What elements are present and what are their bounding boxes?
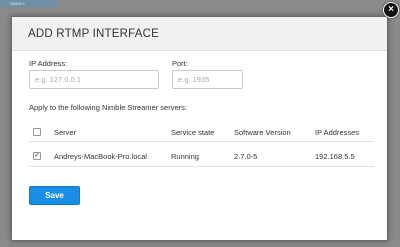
service-state-cell: Running bbox=[171, 152, 199, 161]
column-header-ip-addresses: IP Addresses bbox=[315, 128, 360, 137]
dialog-header: ADD RTMP INTERFACE bbox=[12, 17, 387, 51]
ip-address-cell: 192.168.5.5 bbox=[315, 152, 355, 161]
server-row-checkbox[interactable]: ✓ bbox=[33, 152, 41, 160]
ip-address-input[interactable] bbox=[29, 70, 159, 89]
ip-address-label: IP Address: bbox=[29, 59, 68, 68]
column-header-service-state: Service state bbox=[171, 128, 215, 137]
port-label: Port: bbox=[172, 59, 188, 68]
column-header-software-version: Software Version bbox=[234, 128, 291, 137]
software-version-cell: 2.7.0-5 bbox=[234, 152, 258, 161]
column-header-server: Server bbox=[54, 128, 77, 137]
dialog-title: ADD RTMP INTERFACE bbox=[28, 27, 159, 40]
background-tab: NIMBLE bbox=[0, 0, 58, 7]
table-row-divider bbox=[29, 166, 374, 167]
close-icon[interactable]: × bbox=[383, 2, 399, 18]
server-name-cell: Andreys-MacBook-Pro.local bbox=[54, 152, 147, 161]
port-input[interactable] bbox=[172, 70, 243, 89]
table-header-divider bbox=[29, 141, 374, 142]
apply-servers-label: Apply to the following Nimble Streamer s… bbox=[29, 103, 187, 112]
select-all-checkbox[interactable] bbox=[33, 128, 41, 136]
save-button[interactable]: Save bbox=[29, 186, 80, 205]
add-rtmp-interface-dialog: ADD RTMP INTERFACE IP Address: Port: App… bbox=[11, 16, 388, 241]
